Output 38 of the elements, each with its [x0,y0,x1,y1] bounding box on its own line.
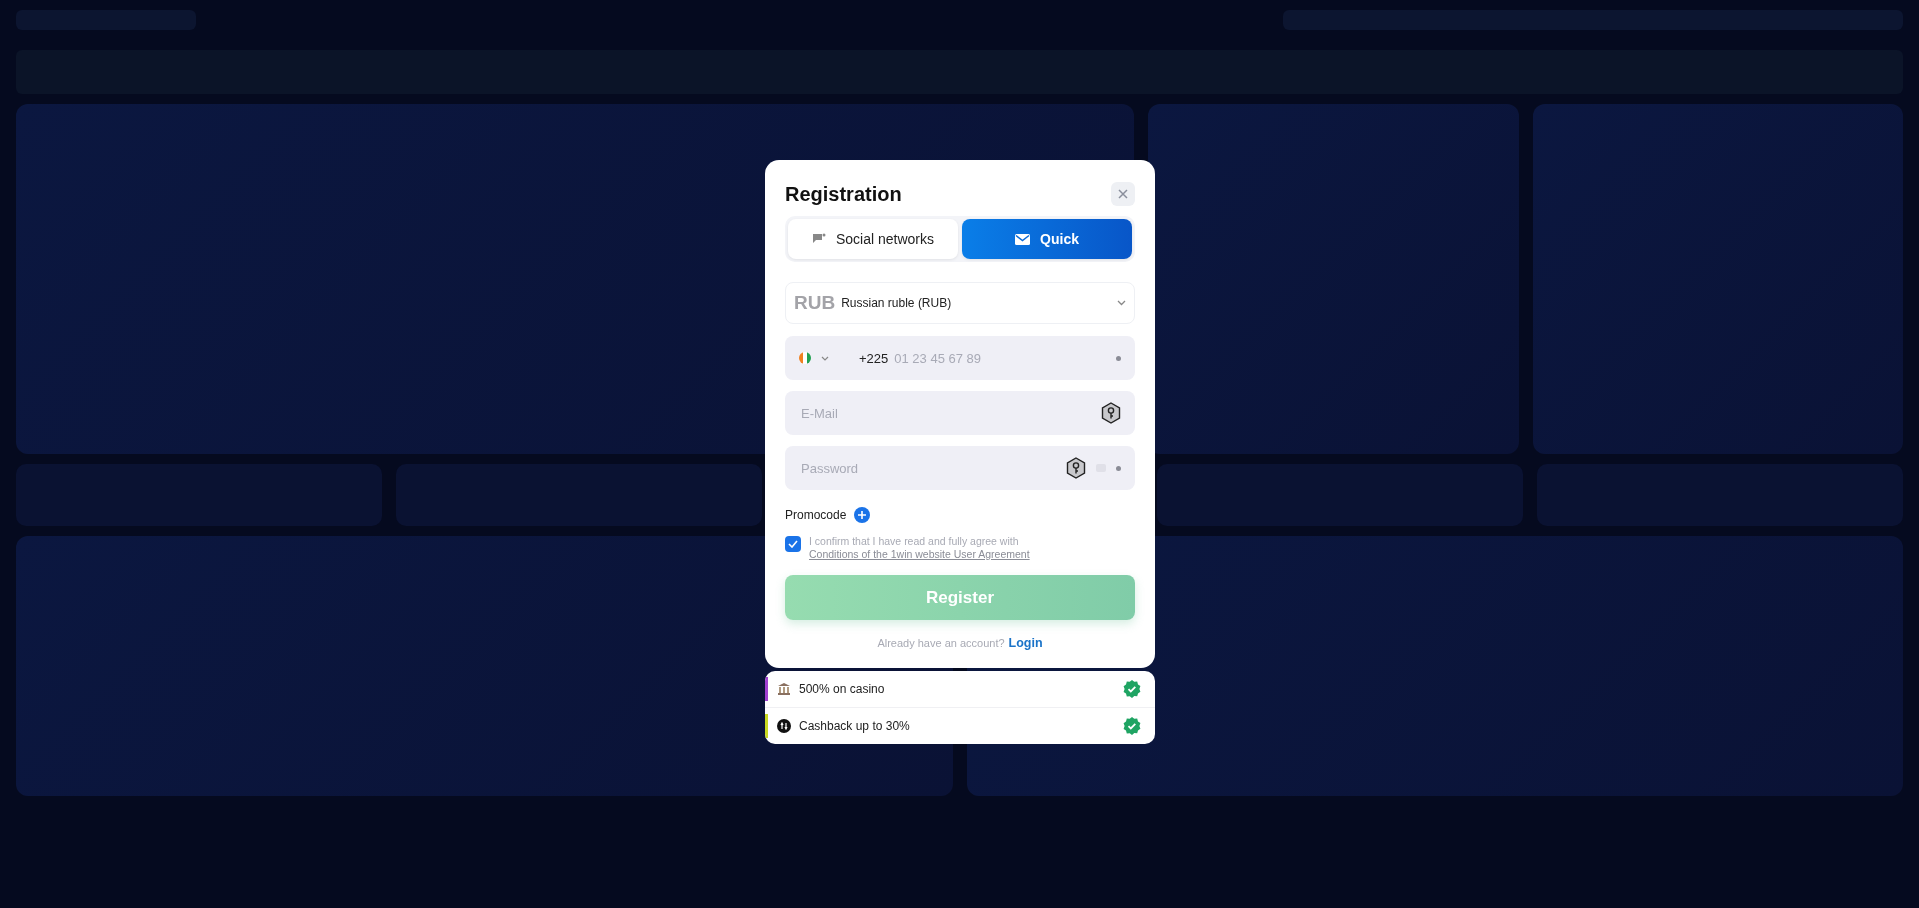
dial-code: +225 [859,350,889,366]
chat-icon [811,233,826,245]
login-prompt: Already have an account? [877,637,1005,649]
key-icon [1101,402,1121,424]
check-icon [788,540,798,548]
status-dot [1116,465,1121,471]
bonus-label: Cashback up to 30% [799,719,911,733]
bonus-label: 500% on casino [799,682,886,696]
currency-select[interactable]: RUB Russian ruble (RUB) [785,282,1135,324]
key-icon [1066,457,1086,479]
mail-icon [1015,233,1031,245]
tab[interactable]: Social networks [788,219,958,259]
phone-number-input[interactable]: 01 23 45 67 89 [892,349,1106,367]
status-dot [1116,355,1121,361]
agreement-link[interactable]: Conditions of the 1win website User Agreement [809,548,1030,560]
plus-icon [858,511,867,519]
agreement-checkbox[interactable] [785,536,801,552]
email-input[interactable]: E-Mail [799,404,1091,422]
dialog-title: Registration [785,182,902,206]
promocode-label: Promocode [785,508,847,522]
chevron-down-icon [821,355,829,361]
flag-icon [799,352,811,364]
verified-badge-icon [1123,717,1141,735]
phone-field[interactable]: +225 01 23 45 67 89 [785,336,1135,380]
verified-badge-icon [1123,680,1141,698]
bank-icon [777,682,791,696]
add-promocode-button[interactable] [854,507,871,523]
login-link[interactable]: Login [1008,636,1043,650]
close-icon [1118,189,1128,199]
cashback-icon [777,719,791,733]
currency-code: RUB [794,292,836,314]
chevron-down-icon [1117,300,1126,306]
password-field[interactable]: Password [785,446,1135,490]
email-field[interactable]: E-Mail [785,391,1135,435]
tab[interactable]: Quick [962,219,1132,259]
close-button[interactable] [1111,182,1135,206]
password-input[interactable]: Password [799,459,1056,477]
currency-name: Russian ruble (RUB) [841,296,953,310]
